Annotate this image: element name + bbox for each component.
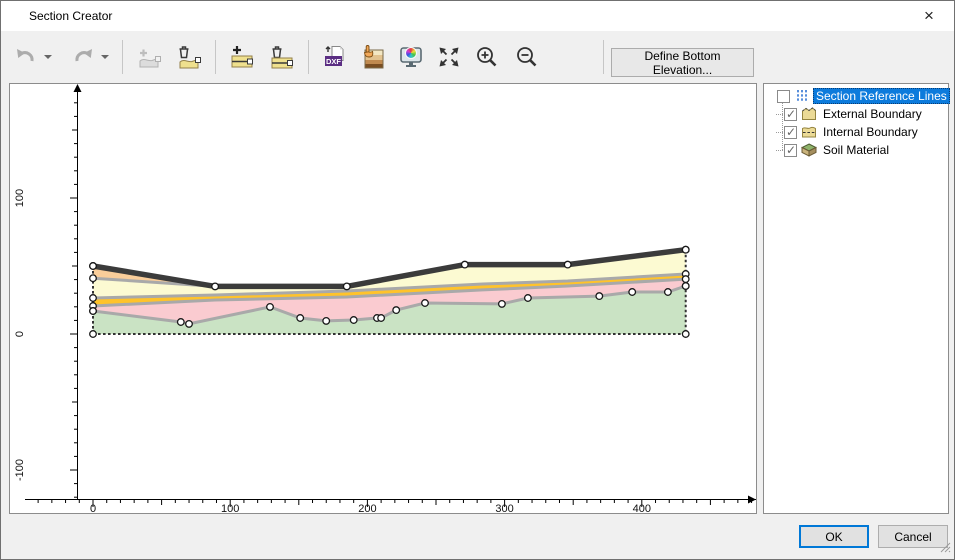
- undo-button[interactable]: [11, 39, 41, 75]
- zoom-in-icon: [477, 47, 497, 67]
- display-options-button[interactable]: [396, 39, 426, 75]
- redo-button[interactable]: [68, 39, 98, 75]
- tree-item-soil-material[interactable]: Soil Material: [764, 141, 948, 159]
- color-wheel-icon: [405, 47, 417, 59]
- tree-item-internal-boundary[interactable]: Internal Boundary: [764, 123, 948, 141]
- zoom-extents-button[interactable]: [434, 39, 464, 75]
- import-dxf-icon: DXF: [325, 46, 344, 66]
- svg-text:DXF: DXF: [326, 57, 341, 66]
- external-boundary-checkbox[interactable]: [784, 107, 797, 121]
- tree-item-label[interactable]: Soil Material: [820, 142, 892, 158]
- assign-soil-material-icon: [364, 45, 384, 69]
- import-dxf-button[interactable]: DXF: [320, 39, 350, 75]
- svg-text:100: 100: [221, 503, 239, 513]
- toolbar-separator: [308, 40, 309, 74]
- svg-text:100: 100: [14, 189, 26, 207]
- toolbar-separator: [215, 40, 216, 74]
- tree-item-label[interactable]: Internal Boundary: [820, 124, 921, 140]
- toolbar: DXF Define Bottom Elevation...: [1, 31, 954, 83]
- add-vertex-icon: [139, 49, 161, 68]
- svg-text:200: 200: [358, 503, 376, 513]
- tree-item-external-boundary[interactable]: External Boundary: [764, 105, 948, 123]
- undo-icon: [17, 49, 34, 62]
- zoom-out-icon: [517, 47, 537, 67]
- toolbar-separator: [122, 40, 123, 74]
- external-boundary-icon: [801, 106, 817, 122]
- layer-tree-panel: Section Reference Lines External Boundar…: [763, 83, 950, 514]
- delete-boundary-button[interactable]: [267, 39, 297, 75]
- section-reference-lines-icon: [794, 88, 810, 104]
- resize-grip[interactable]: [940, 542, 951, 556]
- svg-text:0: 0: [90, 503, 96, 513]
- tree-item-label[interactable]: Section Reference Lines: [813, 88, 950, 104]
- tree-item-section-reference-lines[interactable]: Section Reference Lines: [764, 87, 950, 105]
- section-creator-dialog: Section Creator × DXF Define Bottom Elev…: [0, 0, 955, 560]
- delete-boundary-icon: [271, 46, 293, 69]
- zoom-in-button[interactable]: [472, 39, 502, 75]
- delete-vertex-icon: [179, 46, 201, 69]
- svg-text:300: 300: [495, 503, 513, 513]
- section-canvas[interactable]: 0 100 200 300 400 -100 0 100: [10, 84, 756, 513]
- cancel-button[interactable]: Cancel: [878, 525, 948, 548]
- svg-text:400: 400: [633, 503, 651, 513]
- add-boundary-button[interactable]: [227, 39, 257, 75]
- toolbar-separator: [603, 40, 604, 74]
- window-title: Section Creator: [29, 9, 113, 23]
- chevron-down-icon: [43, 55, 52, 59]
- title-bar: Section Creator ×: [1, 1, 954, 31]
- delete-vertex-button[interactable]: [174, 39, 204, 75]
- redo-dropdown-button[interactable]: [98, 39, 111, 75]
- add-boundary-icon: [231, 46, 253, 68]
- add-vertex-button[interactable]: [134, 39, 164, 75]
- assign-soil-material-button[interactable]: [358, 39, 388, 75]
- internal-boundary-icon: [801, 124, 817, 140]
- soil-material-checkbox[interactable]: [784, 143, 797, 157]
- section-reference-lines-checkbox[interactable]: [777, 89, 790, 103]
- section-plot-panel: 0 100 200 300 400 -100 0 100: [9, 83, 757, 514]
- chevron-down-icon: [100, 55, 109, 59]
- close-button[interactable]: ×: [912, 1, 946, 31]
- soil-material-icon: [800, 142, 818, 158]
- zoom-extents-icon: [439, 47, 459, 67]
- undo-dropdown-button[interactable]: [41, 39, 54, 75]
- svg-text:0: 0: [14, 331, 26, 337]
- tree-item-label[interactable]: External Boundary: [820, 106, 925, 122]
- zoom-out-button[interactable]: [512, 39, 542, 75]
- close-icon: ×: [924, 6, 934, 25]
- svg-text:-100: -100: [14, 459, 26, 481]
- redo-icon: [75, 49, 92, 62]
- internal-boundary-checkbox[interactable]: [784, 125, 797, 139]
- ok-button[interactable]: OK: [799, 525, 869, 548]
- define-bottom-elevation-button[interactable]: Define Bottom Elevation...: [611, 48, 754, 77]
